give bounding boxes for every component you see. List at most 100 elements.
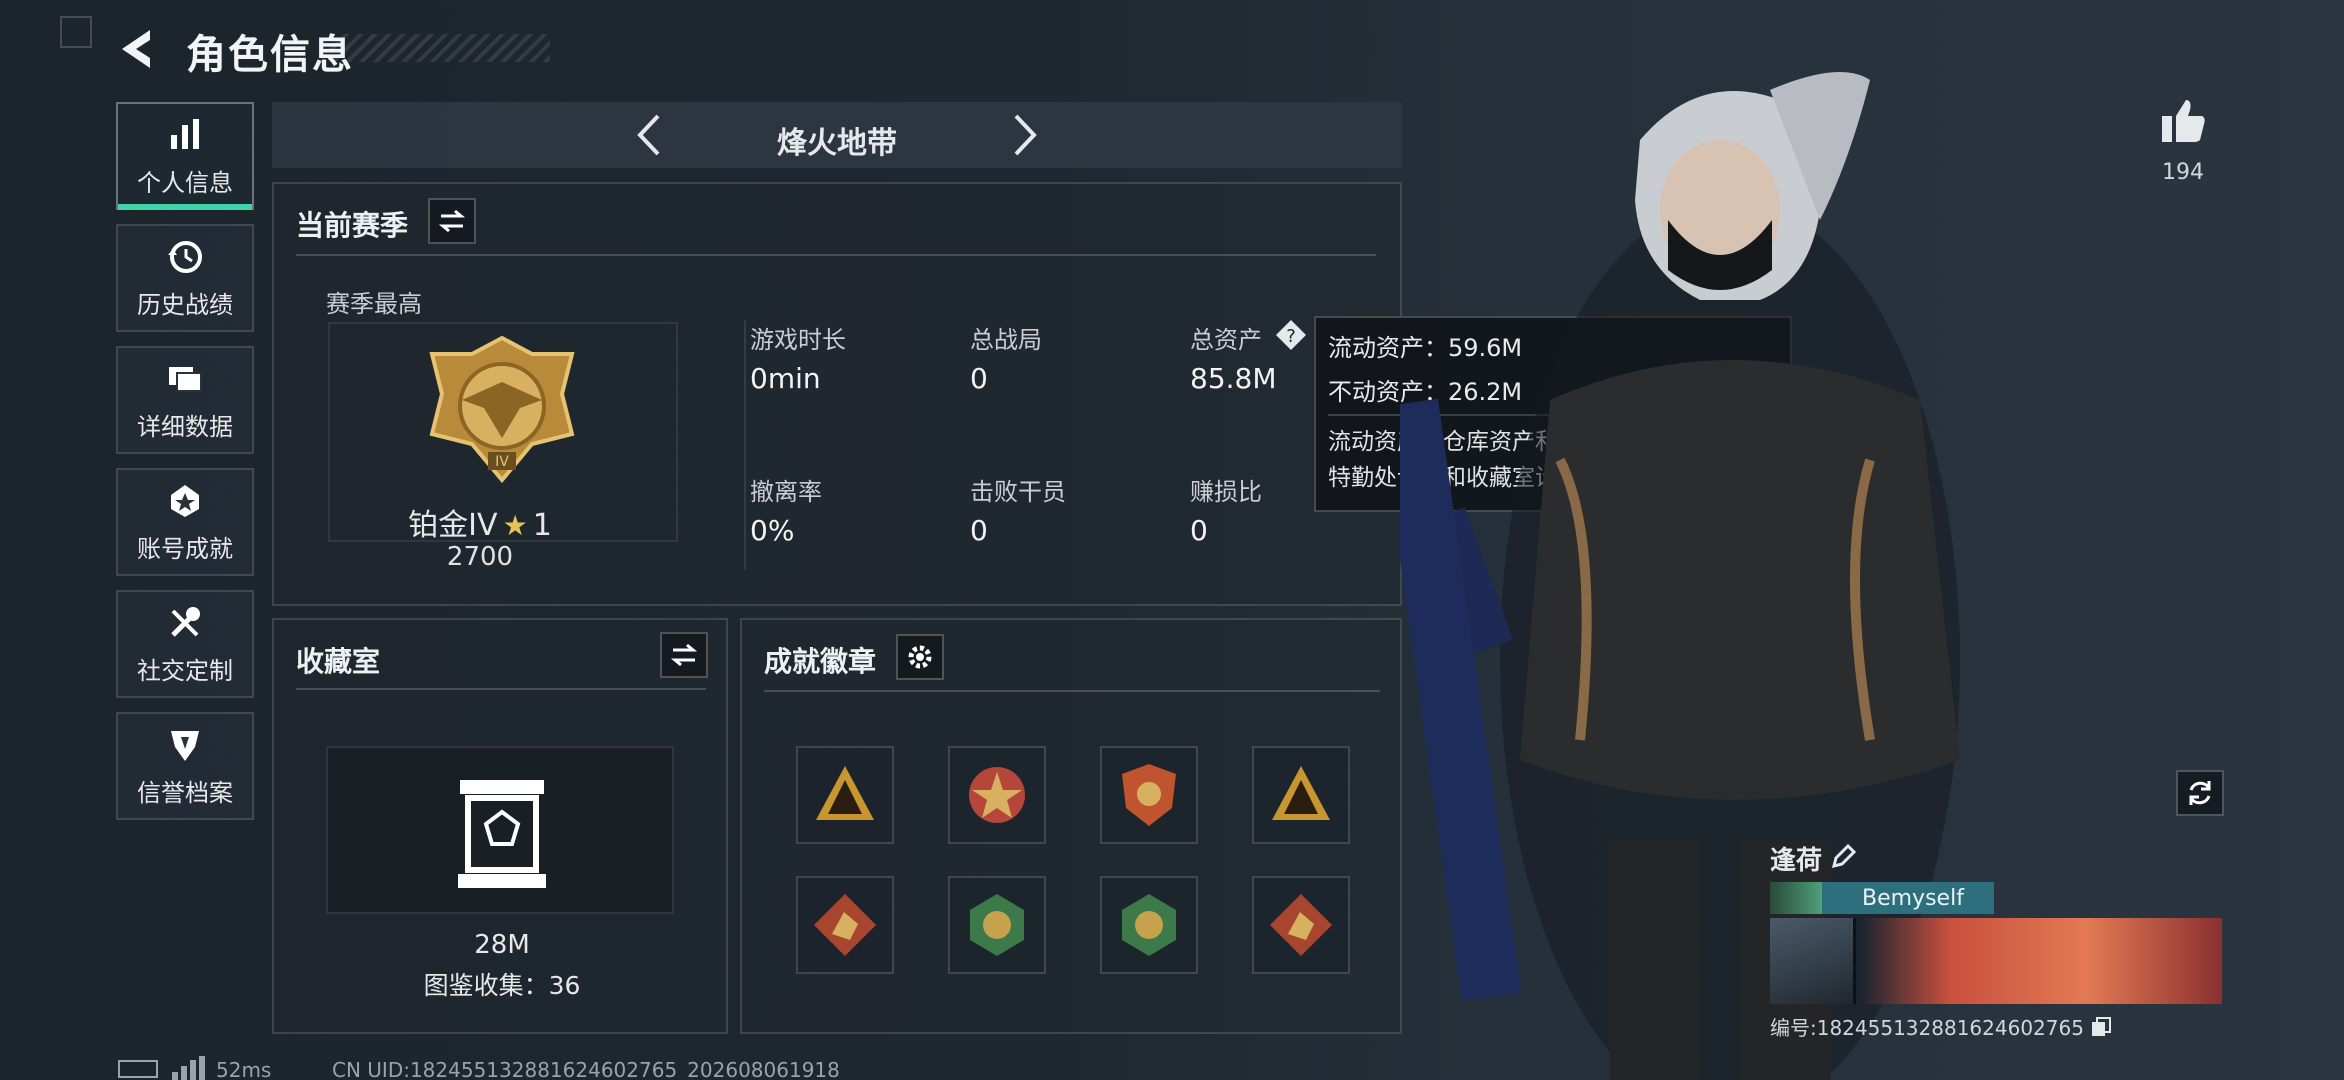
player-id-row: 编号:182455132881624602765 [1770,1012,2112,1041]
rank-star-icon: ★ [502,509,528,542]
stats-divider [744,320,746,570]
copy-icon[interactable] [2090,1016,2112,1038]
swap-arrows-icon [670,643,698,667]
achievement-badge[interactable] [1252,876,1350,974]
wasp-badge-icon [970,894,1024,956]
stat-label: 击败干员 [970,478,1066,506]
corner-frame [60,16,92,48]
stat-value: 85.8M [1190,362,1277,395]
ping-text: 52ms [216,1058,272,1080]
achievements-settings-button[interactable] [896,634,944,680]
stat-label: 游戏时长 [750,326,846,354]
uid-text: CN UID:182455132881624602765_20260806191… [332,1058,840,1080]
stat-value: 0 [1190,514,1208,547]
svg-text:?: ? [1286,326,1296,347]
season-divider [296,254,1376,256]
nav-label: 详细数据 [137,412,233,441]
collection-header: 收藏室 [296,645,381,678]
nav-label: 历史战绩 [137,290,233,319]
chevron-right-icon[interactable] [1010,112,1040,158]
platinum-rank-emblem-icon: IV [429,335,575,484]
stat-value: 0 [970,362,988,395]
nav-item-achievements[interactable]: 账号成就 [116,468,254,576]
rotate-view-button[interactable] [2176,770,2224,816]
swap-arrows-icon [438,209,466,233]
runner-badge-icon [1122,894,1176,956]
edit-pencil-icon[interactable] [1830,842,1858,870]
achievements-panel: 成就徽章 [740,618,1402,1034]
avatar[interactable] [1770,918,1856,1004]
nav-label: 个人信息 [137,168,233,197]
svg-text:IV: IV [495,454,509,470]
nav-item-history[interactable]: 历史战绩 [116,224,254,332]
nav-label: 信誉档案 [137,778,233,807]
shield-icon [171,730,199,761]
collection-switch-button[interactable] [660,632,708,678]
achievement-badge[interactable] [796,876,894,974]
achievement-badge[interactable] [796,746,894,844]
dragon-badge-icon [814,894,876,956]
stat-label: 总资产 [1190,326,1262,354]
season-switch-button[interactable] [428,198,476,244]
soldier-badge-icon [1270,894,1332,956]
stat-value: 0min [750,362,821,395]
stat-label: 赚损比 [1190,478,1262,506]
nav-item-credit-record[interactable]: 信誉档案 [116,712,254,820]
achievement-badge[interactable] [948,876,1046,974]
nav-label: 社交定制 [137,656,233,685]
rank-score: 2700 [446,542,514,572]
history-clock-icon [168,240,202,273]
achievements-header: 成就徽章 [764,645,877,678]
refresh-icon [2189,781,2211,805]
player-tag: Bemyself [1770,882,1994,914]
achievement-star-icon [171,484,199,517]
player-name: 逢荷 [1770,846,1823,876]
bar-chart-icon [171,118,199,149]
achievement-badge[interactable] [948,746,1046,844]
player-id: 编号:182455132881624602765 [1770,1016,2084,1040]
achievement-badge[interactable] [1100,876,1198,974]
back-arrow-icon[interactable] [112,24,162,74]
rank-name: 铂金IV [408,508,498,543]
player-tag-text: Bemyself [1862,885,1964,911]
nav-item-detailed-data[interactable]: 详细数据 [116,346,254,454]
gear-icon [908,645,932,669]
stat-label: 撤离率 [750,478,822,506]
achievement-badge[interactable] [1252,746,1350,844]
star-medal-icon [969,767,1025,823]
triangle-bars-badge-icon [1272,766,1330,820]
rank-stars: 1 [532,508,552,543]
season-header: 当前赛季 [296,209,409,242]
collection-panel: 收藏室 28M 图鉴收集：36 [272,618,728,1034]
battery-icon [118,1060,158,1078]
page-title: 角色信息 [186,32,354,78]
likes-count: 194 [2162,160,2204,185]
rank-name-row: 铂金IV ★ 1 [328,500,632,544]
stat-value: 0% [750,514,795,547]
achievements-divider [764,690,1380,692]
collection-count: 图鉴收集：36 [423,971,581,1000]
collection-divider [296,688,706,690]
crest-badge-icon [1122,764,1176,826]
folders-icon [169,366,202,392]
nav-item-social-custom[interactable]: 社交定制 [116,590,254,698]
collection-value: 28M [474,930,530,960]
nav-item-personal-info[interactable]: 个人信息 [116,102,254,210]
tag-emblem-icon [1770,882,1822,914]
badge-grid [796,746,1356,996]
thumbs-up-icon[interactable] [2158,96,2208,146]
help-icon[interactable]: ? [1274,318,1308,352]
nav-label: 账号成就 [137,534,233,563]
signal-strength-icon [172,1056,205,1080]
tools-icon [171,606,200,637]
mode-selector: 烽火地带 [272,102,1402,168]
triangle-badge-icon [816,766,874,820]
season-best-label: 赛季最高 [326,290,422,318]
stat-label: 总战局 [970,326,1042,354]
stat-value: 0 [970,514,988,547]
display-case-icon [458,780,546,888]
profile-banner[interactable] [1770,918,2222,1004]
season-panel: 当前赛季 赛季最高 IV 铂金IV ★ 1 2700 游戏时长 0min 总战局… [272,182,1402,606]
achievement-badge[interactable] [1100,746,1198,844]
title-decoration [330,34,550,62]
